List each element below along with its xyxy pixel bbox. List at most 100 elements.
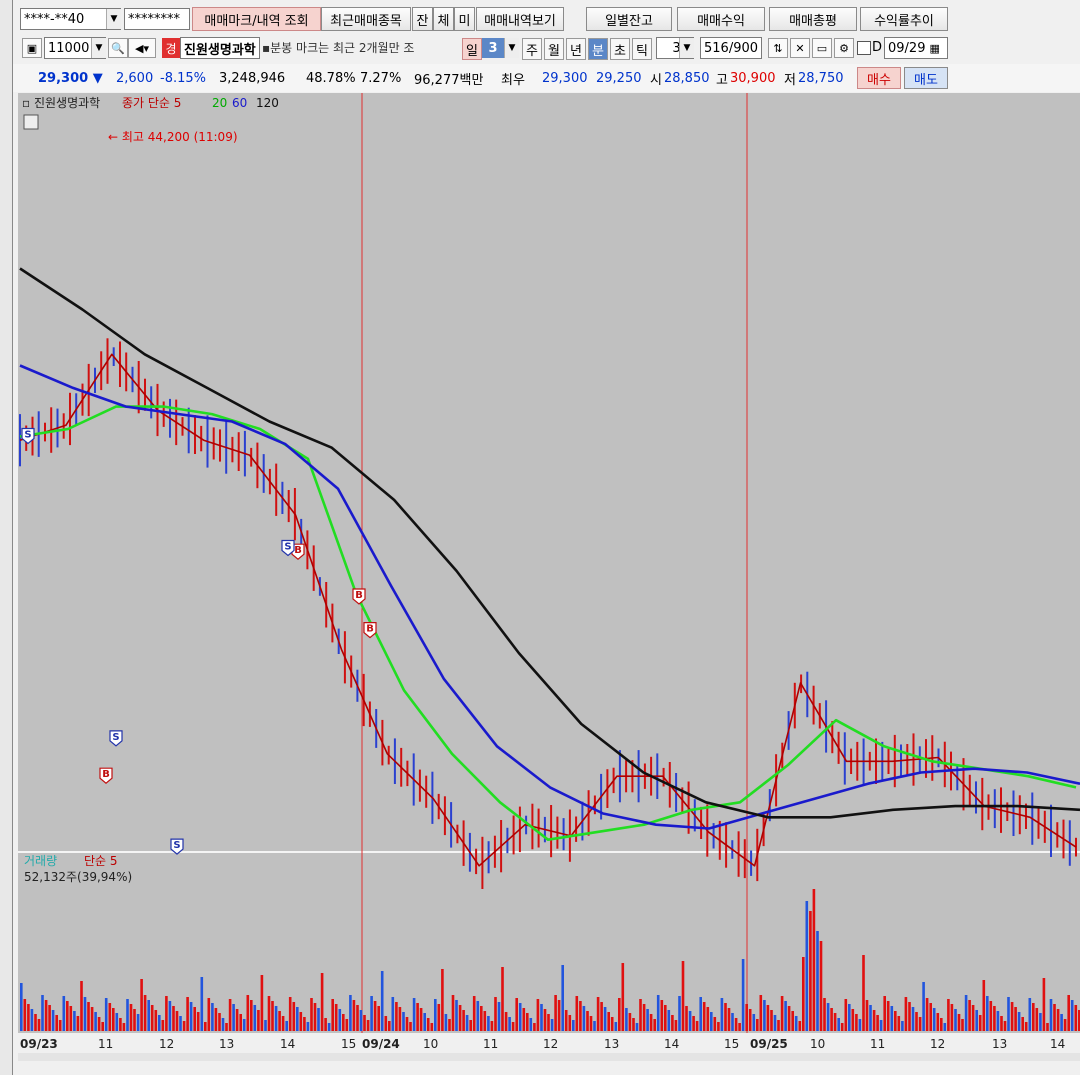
sell-button[interactable]: 매도 [904, 67, 948, 89]
tab-year[interactable]: 년 [566, 38, 586, 60]
date-checkbox[interactable] [857, 41, 871, 55]
password-field[interactable]: ******** [124, 8, 190, 30]
volume-bar [805, 901, 809, 1031]
buy-button[interactable]: 매수 [857, 67, 901, 89]
trade-marks-query-button[interactable]: 매매마크/내역 조회 [192, 7, 321, 31]
unfilled-tab-button[interactable]: 미 [454, 7, 475, 31]
volume-bar [901, 1021, 904, 1031]
account-toolbar: ****-**40 ▼ ******** 매매마크/내역 조회 최근매매종목 잔… [0, 4, 1080, 34]
chart-area[interactable]: 거래량 단순 5 52,132주(39,94%) S B S B B S B S ← 최고 44,2… [18, 93, 1080, 1075]
trade-history-button[interactable]: 매매내역보기 [476, 7, 564, 31]
volume-bar [706, 1007, 710, 1031]
volume-bar [288, 997, 292, 1031]
volume-bar [1074, 1005, 1078, 1031]
volume-bar [886, 1001, 890, 1031]
window-icon[interactable]: ▣ [22, 38, 42, 58]
bar-count-field[interactable]: 516/900 [700, 37, 762, 59]
tab-second[interactable]: 초 [610, 38, 630, 60]
x-tick-label: 11 [483, 1037, 498, 1051]
trade-profit-button[interactable]: 매매수익 [677, 7, 765, 31]
volume-bar [274, 1006, 278, 1031]
volume-bar [90, 1007, 94, 1031]
volume-bar [320, 973, 324, 1031]
daily-balance-button[interactable]: 일별잔고 [586, 7, 672, 31]
volume-bar [890, 1006, 894, 1031]
x-tick-label: 11 [870, 1037, 885, 1051]
period-dropdown-icon[interactable]: ▼ [504, 38, 519, 58]
volume-bar [444, 1014, 448, 1031]
volume-bar [426, 1018, 430, 1031]
volume-bar [572, 1020, 575, 1031]
volume-bar [416, 1003, 419, 1031]
volume-bar [441, 969, 444, 1031]
volume-bar [710, 1012, 713, 1031]
volume-bar [826, 1003, 830, 1031]
tab-month[interactable]: 월 [544, 38, 564, 60]
balance-tab-button[interactable]: 잔 [412, 7, 433, 31]
x-tick-label: 13 [219, 1037, 234, 1051]
volume-bar [306, 1022, 310, 1031]
volume-bar [94, 1012, 97, 1031]
volume-bar [331, 999, 334, 1031]
stock-code-dropdown-icon[interactable]: ▼ [91, 38, 106, 58]
return-trend-button[interactable]: 수익률추이 [860, 7, 948, 31]
crosshair-icon[interactable]: ✕ [790, 38, 810, 58]
interval-dropdown-icon[interactable]: ▼ [679, 38, 694, 58]
volume-bar [557, 1000, 561, 1031]
speaker-icon[interactable]: ◀▾ [128, 38, 156, 58]
volume-bar [143, 995, 147, 1031]
volume-bar [327, 1023, 331, 1031]
volume-bar [582, 1006, 586, 1031]
executed-tab-button[interactable]: 체 [433, 7, 454, 31]
volume-bar [911, 1007, 915, 1031]
volume-bar [278, 1011, 281, 1031]
volume-bar [929, 1003, 932, 1031]
volume-bar [1021, 1017, 1024, 1031]
x-tick-label: 14 [1050, 1037, 1065, 1051]
trade-marker-s: S [112, 732, 119, 743]
x-tick-label: 09/23 [20, 1037, 58, 1051]
volume-bar [359, 1010, 363, 1031]
volume-bar [982, 980, 986, 1031]
volume-bar [550, 1019, 554, 1031]
tab-minute[interactable]: 분 [588, 38, 608, 60]
indicator-icon[interactable]: ⇅ [768, 38, 788, 58]
volume-bar [1028, 998, 1032, 1031]
volume-bar [872, 1010, 876, 1031]
chart-svg[interactable]: 거래량 단순 552,132주(39,94%) SBSBBSBS← 최고 44,2… [18, 93, 1080, 1075]
tab-tick[interactable]: 틱 [632, 38, 652, 60]
volume-bar [879, 1020, 883, 1031]
bid-price: 29,250 [596, 70, 642, 86]
save-icon[interactable]: ▭ [812, 38, 832, 58]
stock-name-field[interactable]: 진원생명과학 [180, 37, 260, 59]
settings-gear-icon[interactable]: ⚙ [834, 38, 854, 58]
account-dropdown-icon[interactable]: ▼ [106, 9, 121, 29]
volume-bar [271, 1001, 274, 1031]
recent-trades-button[interactable]: 최근매매종목 [321, 7, 411, 31]
period-value[interactable]: 3 [482, 38, 504, 58]
volume-bar [816, 931, 819, 1031]
volume-bar [579, 1001, 582, 1031]
tab-week[interactable]: 주 [522, 38, 542, 60]
calendar-icon[interactable]: ▦ [929, 42, 939, 55]
volume-bar [430, 1023, 434, 1031]
volume-bar [547, 1014, 550, 1031]
volume-bar [858, 1019, 862, 1031]
volume-bar [791, 1011, 794, 1031]
volume-bar [540, 1004, 543, 1031]
volume-bar [511, 1022, 515, 1031]
scrollbar[interactable] [18, 1053, 1080, 1075]
volume-bar [897, 1016, 901, 1031]
volume-bar [189, 1002, 193, 1031]
volume-bar [515, 998, 518, 1031]
volume-ma-label: 단순 5 [84, 854, 118, 868]
volume-bar [161, 1020, 165, 1031]
open-price: 28,850 [664, 70, 710, 86]
volume-bar [129, 1004, 133, 1031]
search-icon[interactable]: 🔍 [108, 38, 128, 58]
volume-bar [610, 1017, 614, 1031]
volume-bar [246, 995, 250, 1031]
date-field[interactable]: 09/29 ▦ [884, 37, 948, 59]
trade-evaluation-button[interactable]: 매매총평 [769, 7, 857, 31]
ask-price: 29,300 [542, 70, 588, 86]
